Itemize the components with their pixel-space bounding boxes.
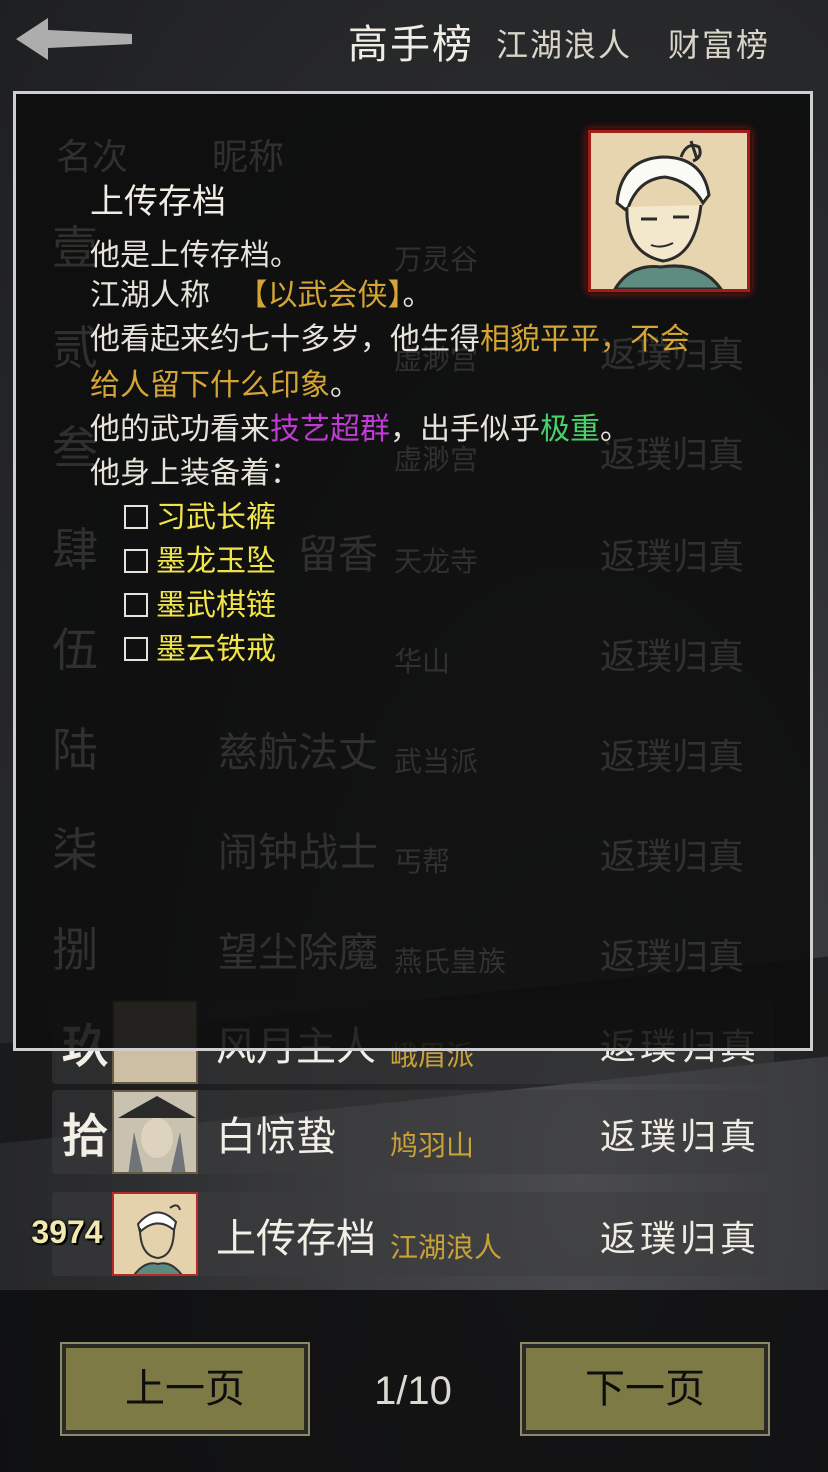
page-indicator: 1/10: [338, 1366, 488, 1416]
nickname-prefix: 江湖人称: [90, 278, 210, 313]
realm-label: 返璞归真: [599, 1117, 760, 1158]
nickname: 上传存档: [216, 1216, 376, 1262]
ghost-realm: 返璞归真: [600, 837, 745, 878]
equipment-item[interactable]: 习武长裤: [124, 492, 276, 536]
description-line-2: 江湖人称 【以武会侠】。: [90, 270, 433, 314]
ghost-realm: 返璞归真: [600, 937, 745, 978]
list-item[interactable]: 3974 上传存档 江湖浪人 返璞归真: [31, 1192, 774, 1276]
character-name: 上传存档: [90, 182, 226, 222]
skill-level: 技艺超群: [270, 412, 390, 447]
checkbox-icon: [124, 505, 148, 529]
equipment-heading: 他身上装备着：: [90, 456, 300, 491]
appearance-text: 相貌平平，不会: [480, 322, 690, 357]
ghost-header-nick: 昵称: [212, 137, 285, 178]
equipment-label: 墨龙玉坠: [156, 544, 276, 579]
skill-mid: ，出手似乎: [390, 412, 540, 447]
ghost-rank: 肆: [52, 523, 98, 577]
ghost-sect: 武当派: [394, 745, 479, 778]
nickname: 白惊蛰: [216, 1114, 336, 1160]
ghost-rank: 捌: [52, 923, 98, 977]
ghost-nick: 慈航法丈: [218, 730, 378, 776]
age-text: 他看起来约七十多岁，他生得: [90, 322, 480, 357]
ghost-rank: 陆: [52, 723, 98, 777]
checkbox-icon: [124, 637, 148, 661]
top-bar: 高手榜 江湖浪人 财富榜: [0, 0, 828, 80]
equipment-label: 墨云铁戒: [156, 632, 276, 667]
checkbox-icon: [124, 549, 148, 573]
equipment-label: 习武长裤: [156, 500, 276, 535]
description-line-1: 他是上传存档。: [90, 230, 300, 274]
checkbox-icon: [124, 593, 148, 617]
rank-label: 拾: [62, 1109, 108, 1163]
ghost-header-rank: 名次: [56, 137, 129, 178]
rank-label: 3974: [31, 1214, 103, 1250]
line-end: 。: [402, 278, 433, 313]
description-line-3: 他看起来约七十多岁，他生得相貌平平，不会: [90, 314, 690, 358]
sect-name: 鸠羽山: [390, 1129, 475, 1162]
skill-prefix: 他的武功看来: [90, 412, 270, 447]
equipment-item[interactable]: 墨武棋链: [124, 580, 276, 624]
ghost-sect: 天龙寺: [394, 545, 479, 578]
description-line-4: 给人留下什么印象。: [90, 360, 360, 404]
tab-masters[interactable]: 高手榜: [348, 12, 474, 70]
next-page-button[interactable]: 下一页: [520, 1342, 770, 1436]
list-item[interactable]: 拾 白惊蛰 鸠羽山 返璞归真: [52, 1090, 774, 1174]
ghost-sect: 华山: [394, 645, 451, 678]
ghost-rank: 柒: [52, 823, 98, 877]
description-line-5: 他的武功看来技艺超群，出手似乎极重。: [90, 404, 630, 448]
ghost-realm: 返璞归真: [600, 537, 745, 578]
equipment-item[interactable]: 墨龙玉坠: [124, 536, 276, 580]
avatar: [112, 1192, 198, 1276]
avatar: [112, 1090, 198, 1174]
equipment-item[interactable]: 墨云铁戒: [124, 624, 276, 668]
ghost-nick: 望尘除魔: [218, 930, 378, 976]
character-detail-popup[interactable]: 名次 昵称 壹 万灵谷 贰 虚渺宫 返璞归真 叁 虚渺宫 返璞归真 肆 留香 天…: [13, 91, 813, 1051]
line-end: 。: [600, 412, 630, 447]
title-text: 【以武会侠】: [237, 278, 403, 313]
tab-wanderers[interactable]: 江湖浪人: [496, 20, 632, 66]
ghost-sect: 丐帮: [394, 845, 451, 878]
tab-wealth[interactable]: 财富榜: [668, 20, 770, 66]
appearance-text-cont: 给人留下什么印象: [90, 368, 330, 403]
realm-label: 返璞归真: [599, 1219, 760, 1260]
description-line-6: 他身上装备着：: [90, 448, 300, 492]
sect-name: 江湖浪人: [390, 1231, 503, 1264]
back-arrow-icon[interactable]: [14, 14, 134, 64]
line-end: 。: [330, 368, 360, 403]
equipment-label: 墨武棋链: [156, 588, 276, 623]
power-level: 极重: [540, 412, 600, 447]
intro-text: 他是上传存档。: [90, 238, 300, 273]
ghost-realm: 返璞归真: [600, 637, 745, 678]
prev-page-button[interactable]: 上一页: [60, 1342, 310, 1436]
character-portrait: [588, 130, 750, 292]
ghost-nick: 留香: [298, 532, 378, 578]
ghost-nick: 闹钟战士: [218, 830, 378, 876]
ghost-sect: 燕氏皇族: [394, 945, 507, 978]
ghost-realm: 返璞归真: [600, 737, 745, 778]
ghost-rank: 伍: [52, 623, 98, 677]
